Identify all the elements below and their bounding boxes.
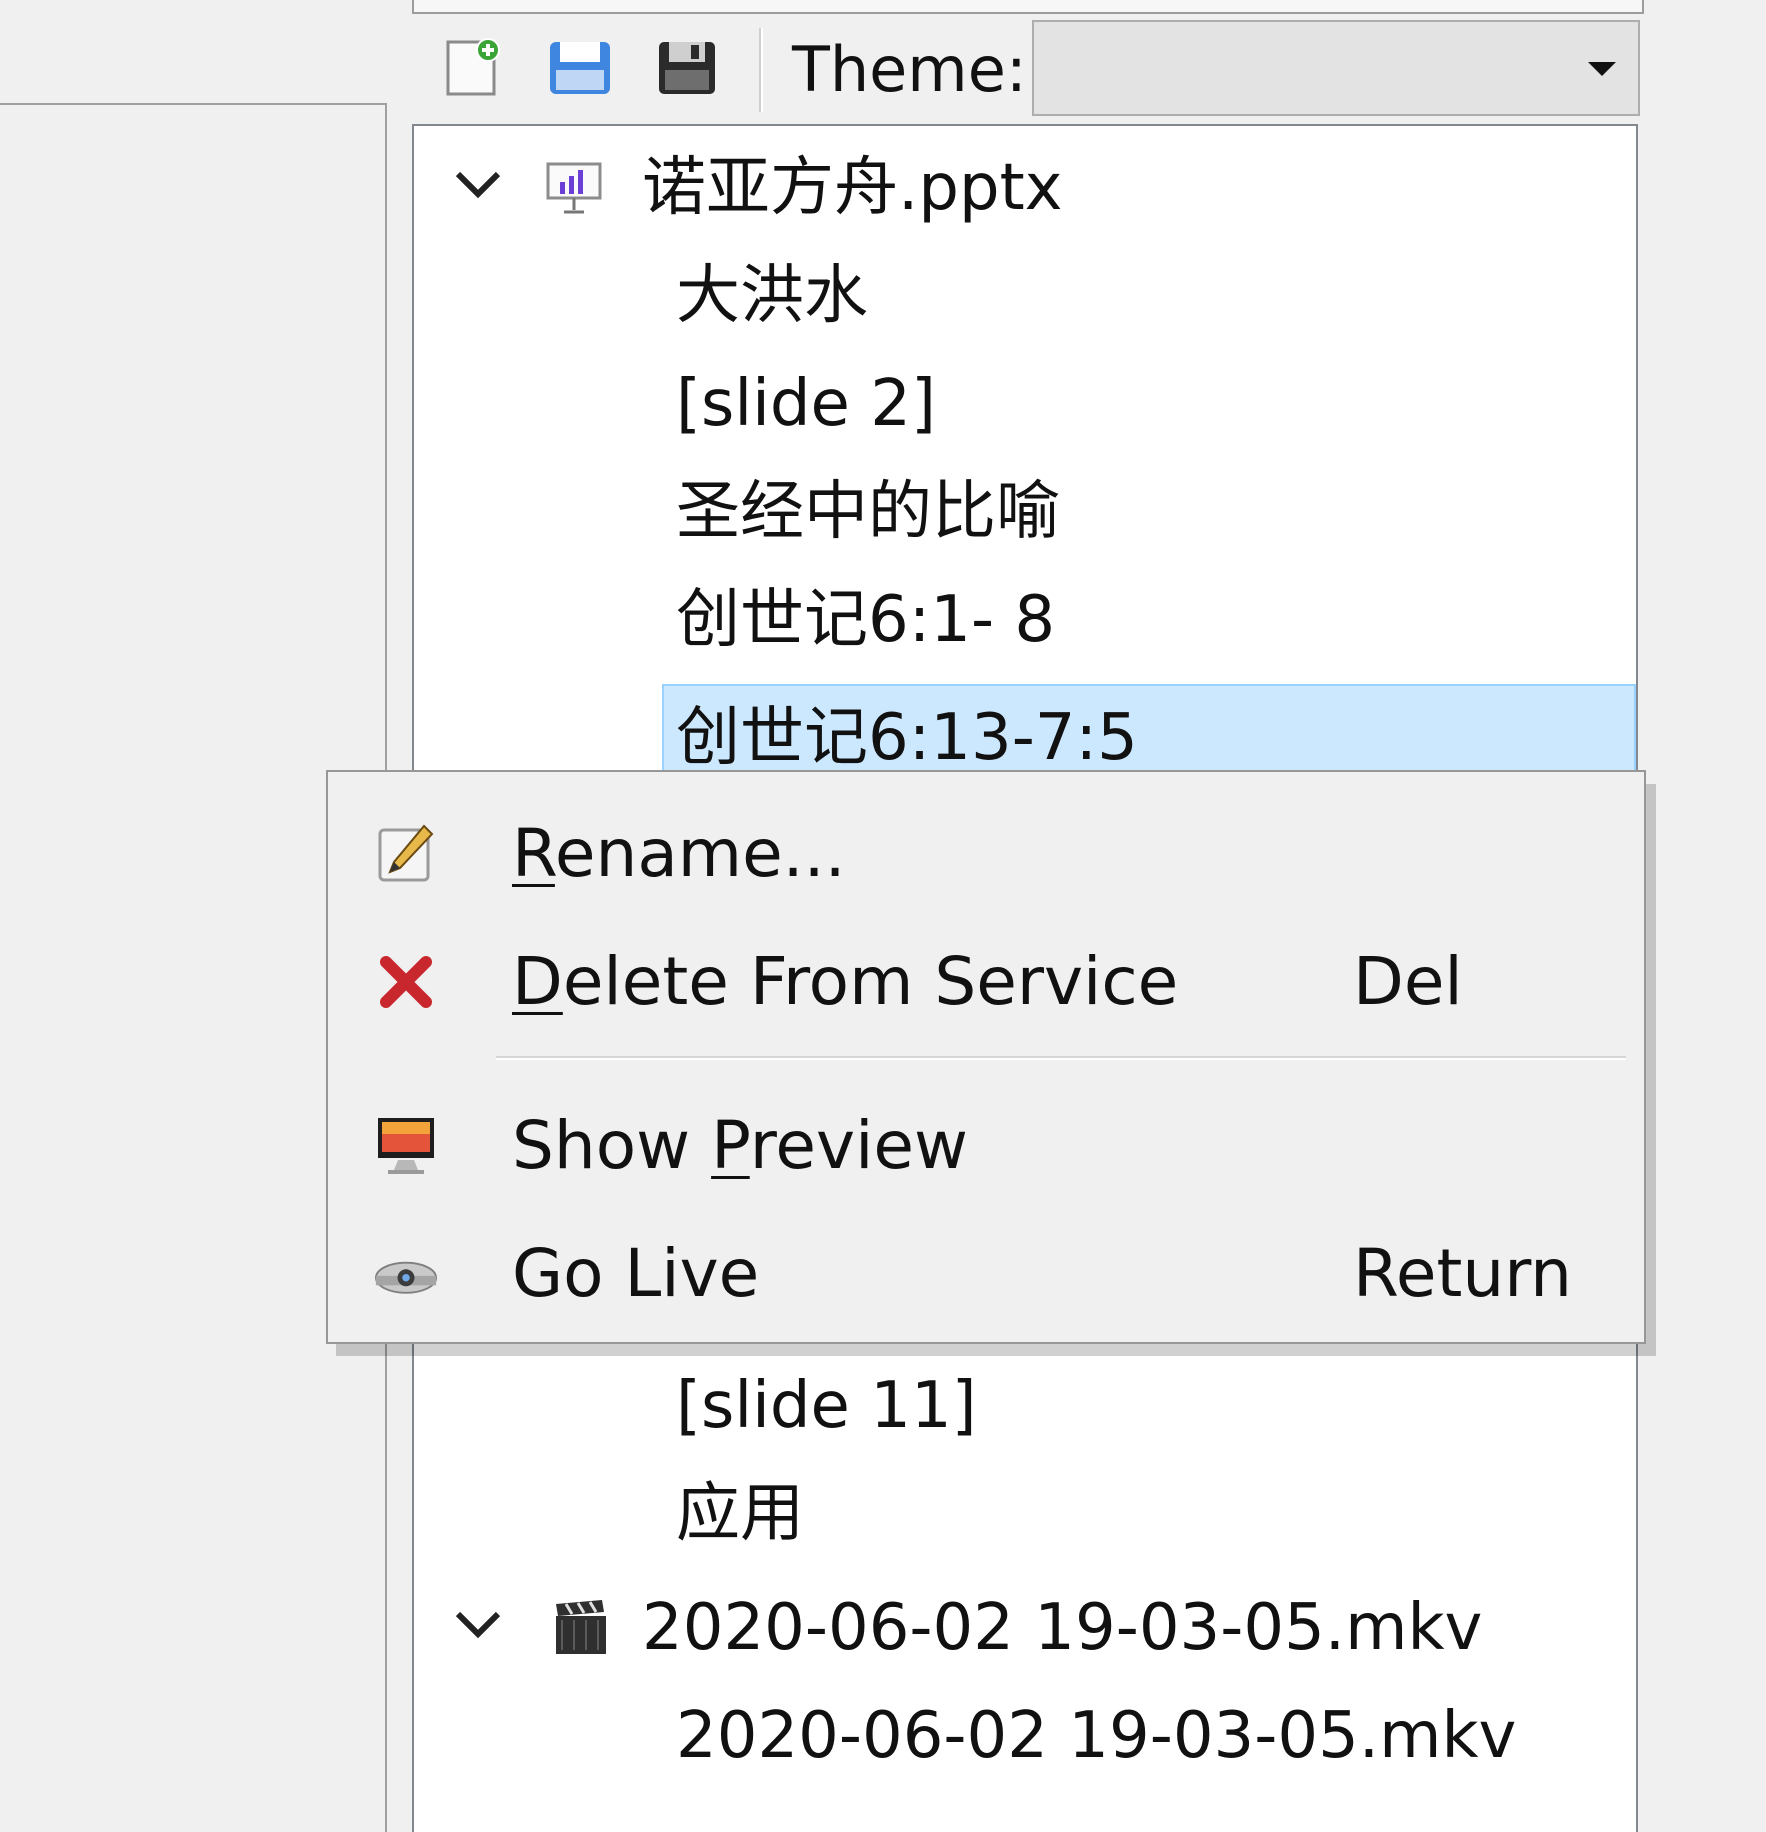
slide-title: 圣经中的比喻	[676, 475, 1060, 549]
tree-item-slide[interactable]: [slide 2]	[414, 350, 1636, 458]
slide-title: 创世记6:1- 8	[676, 583, 1056, 657]
pencil-edit-icon	[374, 822, 438, 886]
tree-item-media[interactable]: 2020-06-02 19-03-05.mkv	[414, 1574, 1636, 1682]
save-service-icon	[655, 36, 719, 104]
menu-separator	[496, 1056, 1626, 1060]
menu-shortcut: Return	[1353, 1235, 1573, 1312]
tree-item-label: 2020-06-02 19-03-05.mkv	[642, 1591, 1483, 1665]
save-service-button[interactable]	[647, 30, 727, 110]
monitor-preview-icon	[374, 1114, 438, 1178]
tree-item-slide[interactable]: 大洪水	[414, 242, 1636, 350]
theme-label: Theme:	[792, 33, 1027, 106]
menu-item-rename[interactable]: Rename...	[328, 792, 1644, 916]
menu-label: Show Preview	[512, 1107, 968, 1184]
expand-chevron-icon[interactable]	[454, 1608, 502, 1648]
expand-chevron-icon[interactable]	[454, 168, 502, 208]
tree-item-slide[interactable]: [slide 11]	[414, 1352, 1636, 1460]
menu-label: Rename...	[512, 815, 846, 892]
theme-select[interactable]	[1032, 20, 1640, 116]
new-service-button[interactable]	[432, 30, 512, 110]
menu-item-show-preview[interactable]: Show Preview	[328, 1084, 1644, 1208]
service-context-menu: Rename... Delete From Service Del Show P…	[326, 770, 1646, 1344]
tree-item-slide[interactable]: 创世记6:1- 8	[414, 566, 1636, 674]
menu-shortcut: Del	[1353, 943, 1463, 1020]
red-x-delete-icon	[374, 950, 438, 1014]
tree-item-media-clip[interactable]: 2020-06-02 19-03-05.mkv	[414, 1682, 1636, 1790]
tree-item-slide[interactable]: 应用	[414, 1460, 1636, 1568]
slide-title: [slide 11]	[676, 1369, 977, 1443]
toolbar-separator	[759, 28, 763, 112]
menu-label: Delete From Service	[512, 943, 1179, 1020]
clip-title: 2020-06-02 19-03-05.mkv	[676, 1699, 1517, 1773]
menu-item-delete-from-service[interactable]: Delete From Service Del	[328, 920, 1644, 1044]
panel-header-strip	[412, 0, 1644, 14]
menu-label: Go Live	[512, 1235, 760, 1312]
service-toolbar: Theme:	[412, 20, 1642, 120]
projector-live-icon	[374, 1242, 438, 1306]
presentation-icon	[544, 158, 604, 222]
open-service-icon	[546, 36, 614, 104]
video-clapper-icon	[554, 1598, 608, 1662]
tree-item-slide[interactable]: 圣经中的比喻	[414, 458, 1636, 566]
tree-item-presentation[interactable]: 诺亚方舟.pptx	[414, 134, 1636, 242]
slide-title: 应用	[676, 1477, 804, 1551]
chevron-down-icon[interactable]	[1588, 62, 1616, 76]
new-service-icon	[440, 36, 504, 104]
tree-item-label: 诺亚方舟.pptx	[642, 151, 1063, 225]
menu-item-go-live[interactable]: Go Live Return	[328, 1212, 1644, 1336]
open-service-button[interactable]	[540, 30, 620, 110]
slide-title: [slide 2]	[676, 367, 936, 441]
slide-title: 大洪水	[676, 259, 868, 333]
service-manager-window: Theme: 诺亚方舟.pptx 大洪水 [slide 2] 圣经中的比喻 创世…	[0, 0, 1766, 1832]
